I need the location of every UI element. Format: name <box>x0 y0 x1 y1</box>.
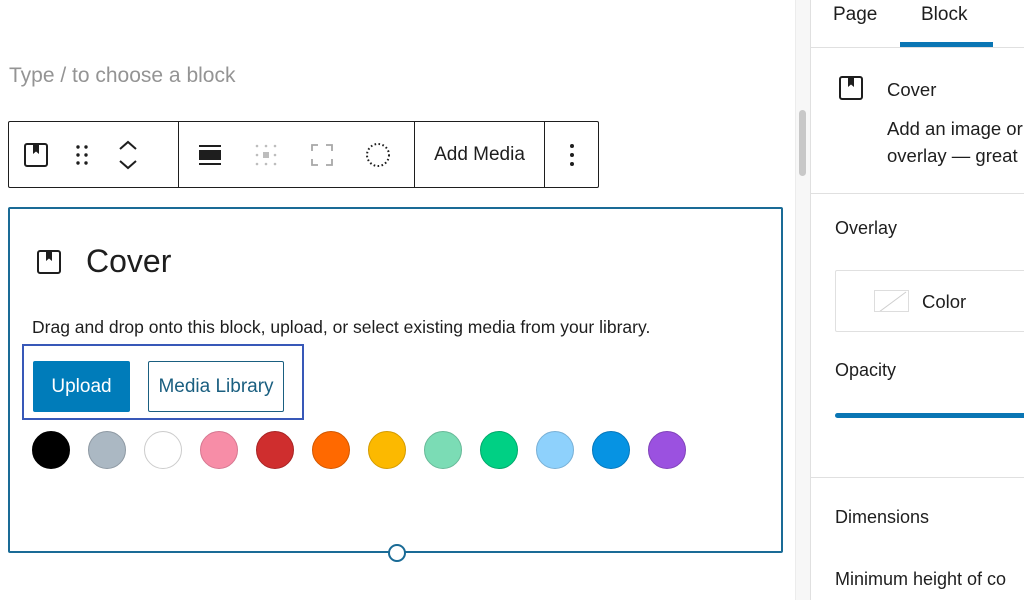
more-vertical-icon <box>569 143 574 166</box>
cover-bookmark-icon <box>839 76 863 100</box>
overlay-section-title[interactable]: Overlay <box>835 218 897 239</box>
full-height-button[interactable] <box>299 123 345 187</box>
cover-bookmark-icon <box>37 249 61 274</box>
dimensions-section-title[interactable]: Dimensions <box>835 507 929 528</box>
color-swatch-vivid-purple[interactable] <box>648 431 686 469</box>
media-library-button[interactable]: Media Library <box>148 361 284 412</box>
overlay-color-button[interactable]: Color <box>835 270 1024 332</box>
block-card: Cover Add an image or overlay — great <box>811 48 1024 194</box>
min-height-label: Minimum height of co <box>835 569 1007 589</box>
tab-page[interactable]: Page <box>833 4 877 26</box>
no-color-swatch-icon <box>874 290 909 312</box>
color-swatch-black[interactable] <box>32 431 70 469</box>
cover-block-placeholder[interactable]: Cover Drag and drop onto this block, upl… <box>8 207 783 562</box>
color-swatch-cyan-bluish-gray[interactable] <box>88 431 126 469</box>
editor-canvas: Type / to choose a block Add Media Cover… <box>0 0 810 600</box>
block-card-description-line-2: overlay — great <box>887 145 1018 166</box>
color-swatch-light-green-cyan[interactable] <box>424 431 462 469</box>
color-swatch-vivid-cyan-blue[interactable] <box>592 431 630 469</box>
overlay-color-label: Color <box>922 291 967 312</box>
active-tab-indicator <box>900 42 993 47</box>
drag-handle-icon <box>76 144 88 165</box>
duotone-button[interactable] <box>355 123 401 187</box>
block-card-description: Add an image or overlay — great <box>887 115 1023 169</box>
color-swatches <box>32 431 686 469</box>
tab-block[interactable]: Block <box>921 4 967 26</box>
media-buttons-group: Upload Media Library <box>22 344 304 420</box>
move-down-icon[interactable] <box>119 159 137 170</box>
duotone-circle-icon <box>366 142 390 167</box>
cover-bookmark-icon <box>24 142 48 167</box>
color-swatch-pale-pink[interactable] <box>200 431 238 469</box>
toolbar-group-block <box>9 122 179 187</box>
cover-block-label: Cover <box>36 243 171 280</box>
scrollbar-thumb[interactable] <box>799 110 806 176</box>
color-swatch-luminous-vivid-amber[interactable] <box>368 431 406 469</box>
settings-sidebar: Page Block Cover Add an image or overlay… <box>810 0 1024 600</box>
toolbar-group-layout <box>179 122 415 187</box>
color-swatch-white[interactable] <box>144 431 182 469</box>
opacity-label: Opacity <box>835 360 897 380</box>
resize-handle[interactable] <box>388 544 406 562</box>
block-card-title: Cover <box>887 79 937 100</box>
editor-scrollbar[interactable] <box>795 0 810 600</box>
sidebar-tabs: Page Block <box>811 0 1024 48</box>
add-media-button[interactable]: Add Media <box>415 122 545 187</box>
align-button[interactable] <box>187 123 233 187</box>
color-swatch-vivid-green-cyan[interactable] <box>480 431 518 469</box>
upload-button[interactable]: Upload <box>33 361 130 412</box>
cover-instructions: Drag and drop onto this block, upload, o… <box>32 317 651 337</box>
content-position-button[interactable] <box>243 123 289 187</box>
block-toolbar: Add Media <box>8 121 599 188</box>
move-up-icon[interactable] <box>119 140 137 150</box>
fullscreen-icon <box>311 143 333 166</box>
block-card-description-line-1: Add an image or <box>887 118 1023 139</box>
more-options-button[interactable] <box>545 122 598 187</box>
block-type-button[interactable] <box>13 123 59 187</box>
content-position-icon <box>255 144 277 165</box>
section-divider <box>811 477 1024 478</box>
cover-title: Cover <box>86 243 172 279</box>
add-media-label: Add Media <box>434 143 525 165</box>
color-swatch-vivid-red[interactable] <box>256 431 294 469</box>
align-full-icon <box>199 144 221 165</box>
color-swatch-pale-cyan-blue[interactable] <box>536 431 574 469</box>
move-up-down-button[interactable] <box>105 123 151 187</box>
color-swatch-luminous-vivid-orange[interactable] <box>312 431 350 469</box>
drag-handle-button[interactable] <box>59 123 105 187</box>
block-inserter-placeholder[interactable]: Type / to choose a block <box>9 64 235 88</box>
opacity-slider[interactable] <box>835 413 1024 418</box>
